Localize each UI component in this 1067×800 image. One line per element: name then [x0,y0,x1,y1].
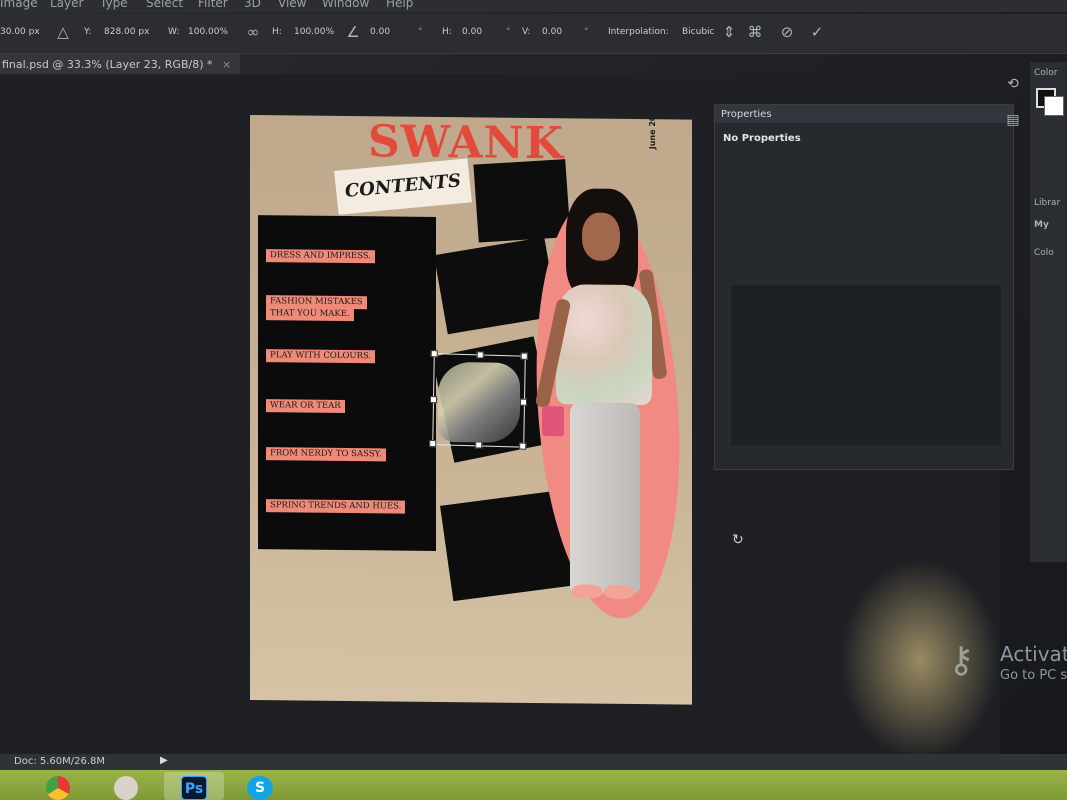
menu-window[interactable]: Window [322,0,369,10]
issue-date: June 2015 [648,115,657,150]
document-tab-title: final.psd @ 33.3% (Layer 23, RGB/8) * [2,58,213,71]
angle-unit-icon: ° [418,27,423,37]
transform-handle[interactable] [476,351,484,359]
angle-icon: ∠ [346,23,360,41]
y-value-field[interactable]: 828.00 px [104,27,149,37]
transform-handle[interactable] [429,396,438,404]
menu-type[interactable]: Type [100,0,128,10]
skew-h-field[interactable]: 0.00 [462,27,482,37]
transform-handle[interactable] [520,352,528,360]
photoshop-icon: Ps [181,776,207,800]
toc-item: Play with Colours. [266,349,376,364]
free-transform-box[interactable] [429,350,528,450]
menu-select[interactable]: Select [146,0,183,10]
handbag-image [542,406,564,437]
transform-handle[interactable] [519,442,527,450]
interpolation-select[interactable]: Bicubic [682,27,715,37]
magazine-page[interactable]: SWANK June 2015 CONTENTS Dress and Impre… [250,115,692,705]
contents-label: CONTENTS [334,158,472,215]
close-tab-icon[interactable]: × [222,58,231,71]
h-label: H: [272,27,282,37]
toc-item: Dress and Impress. [266,249,375,264]
status-bar: Doc: 5.60M/26.8M ▶ [0,754,1067,770]
color-panel-label[interactable]: Color [1034,68,1058,78]
toc-item: Spring Trends and Hues. [266,499,406,514]
properties-panel-title[interactable]: Properties [715,105,1013,123]
activate-title: Activate [1000,642,1067,666]
h-value-field[interactable]: 100.00% [294,27,334,37]
transform-handle[interactable] [429,440,437,448]
app-taskbar-button[interactable] [96,772,156,800]
skew-h-label: H: [442,27,452,37]
y-label: Y: [84,27,92,37]
app-icon [114,776,138,800]
menu-layer[interactable]: Layer [50,0,83,10]
colors-section-label: Colo [1034,248,1054,258]
dropdown-arrows-icon[interactable]: ⇕ [720,23,738,41]
reference-point-icon[interactable]: △ [54,23,72,41]
skew-v-unit-icon: ° [584,27,589,37]
toc-panel: Dress and Impress. Fashion Mistakes that… [258,215,436,551]
chrome-taskbar-button[interactable] [28,772,88,800]
history-icon[interactable]: ⟲ [1002,76,1024,98]
menu-bar: Image Layer Type Select Filter 3D View W… [0,0,1067,12]
skype-taskbar-button[interactable]: S [230,772,290,800]
menu-view[interactable]: View [278,0,306,10]
windows-taskbar: Ps S [0,770,1067,800]
my-library-select[interactable]: My [1034,220,1049,230]
transform-handle[interactable] [430,350,438,358]
menu-3d[interactable]: 3D [244,0,261,10]
activate-subtitle: Go to PC s [1000,668,1067,683]
model-photo[interactable] [534,188,668,629]
angle-field[interactable]: 0.00 [370,27,390,37]
w-label: W: [168,27,180,37]
properties-icon[interactable]: ▤ [1002,112,1024,134]
skype-icon: S [247,776,273,800]
cancel-transform-icon[interactable]: ⊘ [778,23,796,41]
skew-h-unit-icon: ° [506,27,511,37]
toc-item: Wear or Tear [266,399,345,413]
transform-handle[interactable] [475,441,483,449]
document-tab[interactable]: final.psd @ 33.3% (Layer 23, RGB/8) * × [0,54,240,74]
skew-v-field[interactable]: 0.00 [542,27,562,37]
menu-filter[interactable]: Filter [198,0,228,10]
chrome-icon [46,776,70,800]
status-menu-arrow-icon[interactable]: ▶ [160,755,168,766]
x-value-field[interactable]: 30.00 px [0,27,40,37]
photoshop-taskbar-button[interactable]: Ps [164,772,224,800]
rotate-cursor-icon: ↻ [732,532,744,548]
panel-dock: ⟲ ▤ [994,70,1034,170]
background-color-swatch[interactable] [1044,96,1064,116]
menu-image[interactable]: Image [0,0,38,10]
skew-v-label: V: [522,27,531,37]
doc-size-info[interactable]: Doc: 5.60M/26.8M [14,756,105,767]
w-value-field[interactable]: 100.00% [188,27,228,37]
libraries-label[interactable]: Librar [1034,198,1060,208]
toc-item: that you Make. [266,307,354,322]
warp-icon[interactable]: ⌘ [746,23,764,41]
color-panel: Color Librar My Colo [1030,62,1067,562]
link-icon[interactable]: ∞ [244,23,262,41]
commit-transform-icon[interactable]: ✓ [808,23,826,41]
properties-message: No Properties [723,133,801,144]
screen: Image Layer Type Select Filter 3D View W… [0,0,1067,800]
interpolation-label: Interpolation: [608,27,669,37]
properties-panel: Properties No Properties [714,104,1014,470]
transform-handle[interactable] [519,398,528,406]
menu-help[interactable]: Help [386,0,413,10]
toc-item: From Nerdy to Sassy. [266,447,386,462]
transform-options-bar: 30.00 px △ Y: 828.00 px W: 100.00% ∞ H: … [0,14,1067,54]
